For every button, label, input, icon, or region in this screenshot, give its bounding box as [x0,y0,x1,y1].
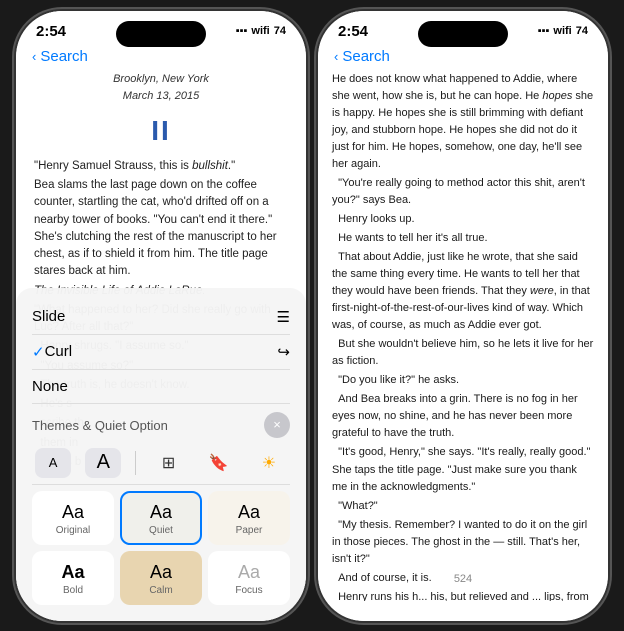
right-phone: 2:54 ▪▪▪ wifi 74 ‹ Search He does not kn… [318,11,608,621]
battery-left: 74 [274,25,286,37]
theme-original-aa: Aa [62,502,84,523]
themes-row: Themes & Quiet Option × [32,404,290,440]
overlay-panel: Slide ☰ ✓ Curl ↪ None Themes & [16,288,306,621]
columns-icon-button[interactable]: ⊞ [151,448,187,478]
theme-quiet-card[interactable]: Aa Quiet [120,491,202,545]
wifi-icon-right: wifi [553,25,571,37]
theme-grid: Aa Original Aa Quiet Aa Paper Aa Bold [32,491,290,605]
back-label-left[interactable]: Search [40,48,88,65]
theme-bold-aa: Aa [61,562,84,583]
font-control-row: A A ⊞ 🔖 ☀ [32,440,290,485]
slide-option-row[interactable]: Slide ☰ [32,300,290,335]
theme-focus-card[interactable]: Aa Focus [208,551,290,605]
battery-right: 74 [576,25,588,37]
book-location: Brooklyn, New York March 13, 2015 [34,71,288,105]
nav-bar-left[interactable]: ‹ Search [16,44,306,71]
theme-bold-card[interactable]: Aa Bold [32,551,114,605]
theme-focus-aa: Aa [238,562,260,583]
font-separator [135,451,136,475]
back-chevron-right: ‹ [334,49,338,64]
status-icons-left: ▪▪▪ wifi 74 [236,25,286,37]
font-decrease-button[interactable]: A [35,448,71,478]
theme-original-card[interactable]: Aa Original [32,491,114,545]
curl-icon: ↪ [277,343,290,361]
status-icons-right: ▪▪▪ wifi 74 [538,25,588,37]
none-label: None [32,378,68,395]
dynamic-island [116,21,206,47]
back-chevron-left: ‹ [32,49,36,64]
bookmark-icon-button[interactable]: 🔖 [201,448,237,478]
quiet-option-label: Quiet Option [95,418,168,433]
theme-bold-label: Bold [63,585,83,596]
time-left: 2:54 [36,23,66,40]
signal-icon: ▪▪▪ [236,25,248,37]
book-content-right: He does not know what happened to Addie,… [318,71,608,601]
theme-calm-label: Calm [149,585,172,596]
close-panel-button[interactable]: × [264,412,290,438]
themes-title: Themes & [32,418,95,433]
curl-label: Curl [45,343,73,360]
theme-paper-card[interactable]: Aa Paper [208,491,290,545]
theme-focus-label: Focus [235,585,262,596]
dynamic-island-right [418,21,508,47]
none-option-row[interactable]: None [32,370,290,404]
theme-paper-aa: Aa [238,502,260,523]
signal-icon-right: ▪▪▪ [538,25,550,37]
brightness-icon-button[interactable]: ☀ [251,448,287,478]
left-phone: 2:54 ▪▪▪ wifi 74 ‹ Search Brooklyn, New … [16,11,306,621]
page-number: 524 [318,567,608,591]
font-increase-button[interactable]: A [85,448,121,478]
curl-option-row[interactable]: ✓ Curl ↪ [32,335,290,370]
phones-container: 2:54 ▪▪▪ wifi 74 ‹ Search Brooklyn, New … [16,11,608,621]
theme-quiet-aa: Aa [150,502,172,523]
theme-original-label: Original [56,525,90,536]
themes-labels: Themes & Quiet Option [32,417,168,433]
nav-bar-right[interactable]: ‹ Search [318,44,608,71]
time-right: 2:54 [338,23,368,40]
slide-icon: ☰ [277,308,290,326]
theme-paper-label: Paper [236,525,263,536]
theme-calm-card[interactable]: Aa Calm [120,551,202,605]
curl-checkmark: ✓ [32,343,45,361]
chapter-number: II [34,109,288,152]
wifi-icon: wifi [251,25,269,37]
theme-calm-aa: Aa [150,562,172,583]
slide-label: Slide [32,308,65,325]
back-label-right[interactable]: Search [342,48,390,65]
theme-quiet-label: Quiet [149,525,173,536]
